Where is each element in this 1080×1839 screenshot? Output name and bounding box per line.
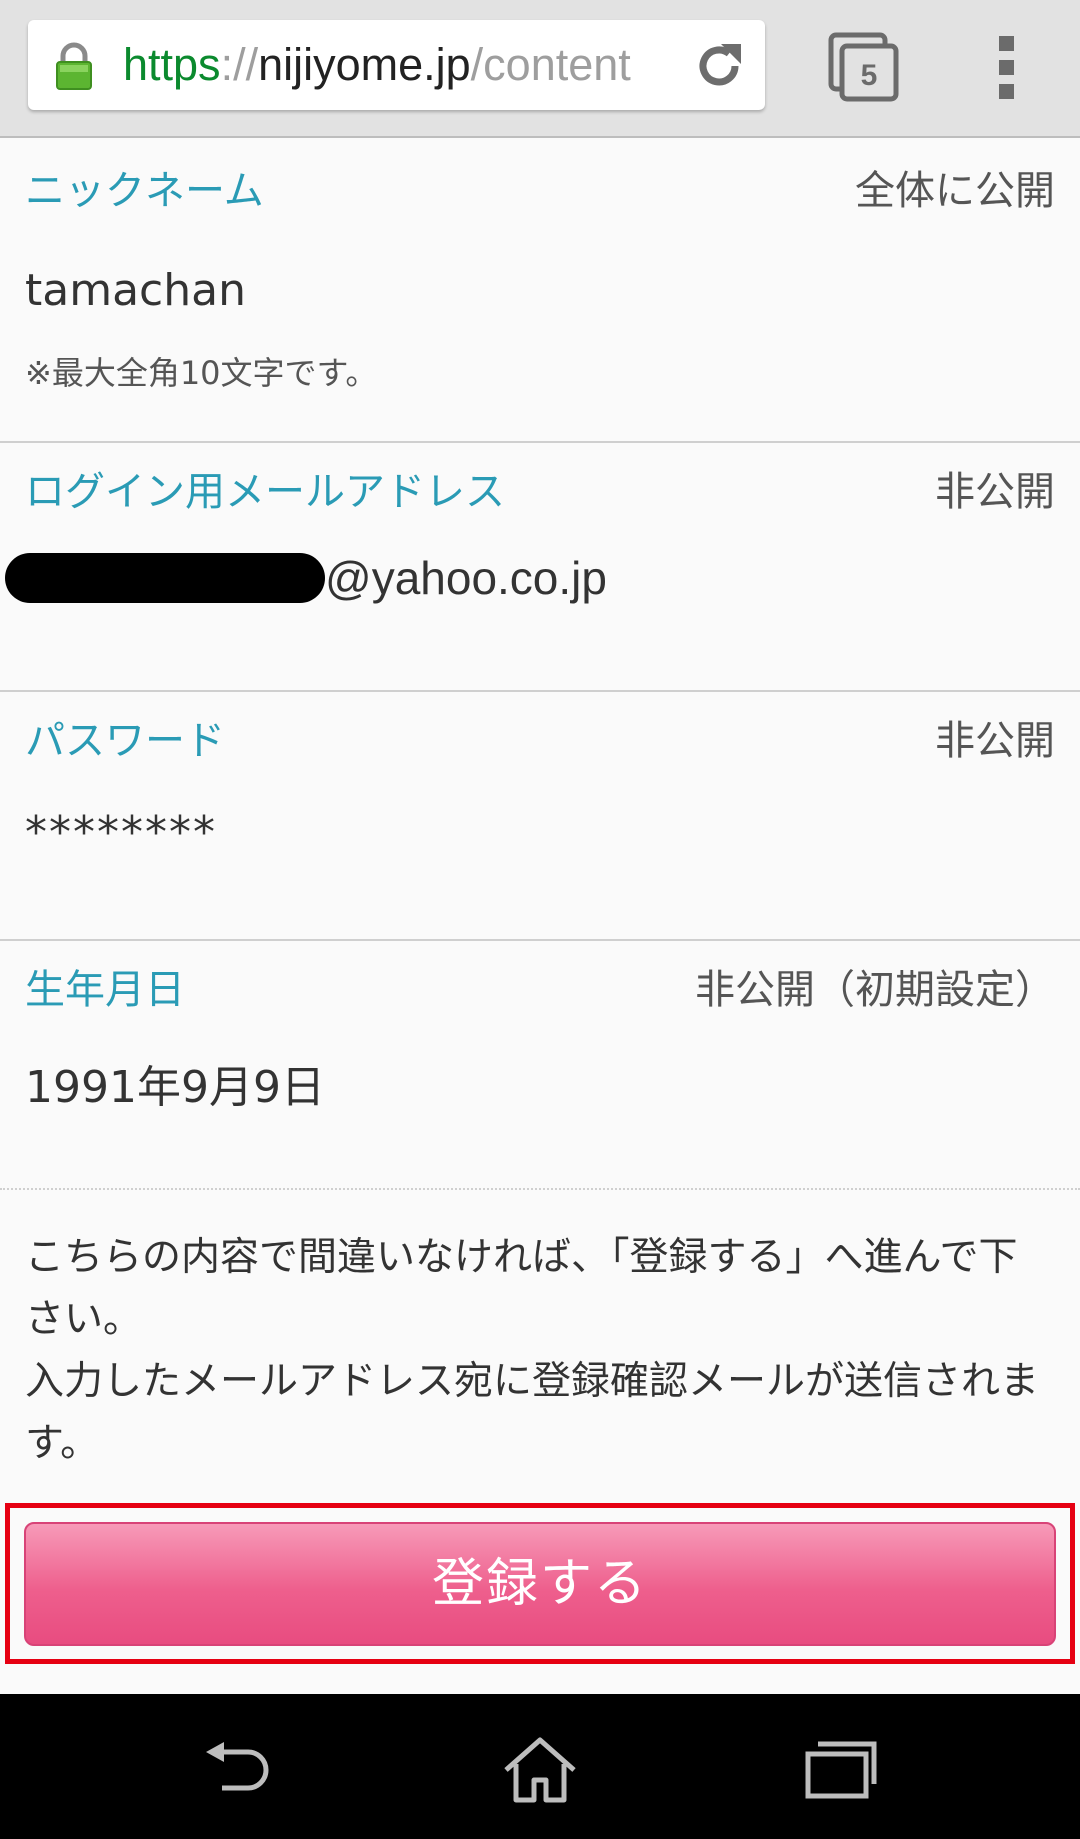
email-value: @yahoo.co.jp <box>5 549 607 605</box>
password-value: ******** <box>25 807 217 858</box>
url-path: /content <box>470 40 631 90</box>
url-scheme: https <box>123 40 221 90</box>
redacted-block <box>5 553 325 603</box>
password-section: パスワード 非公開 ******** <box>0 692 1080 936</box>
birthday-value: 1991年9月9日 <box>25 1062 325 1113</box>
nickname-visibility: 全体に公開 <box>855 168 1055 214</box>
lock-icon <box>56 42 92 90</box>
email-section: ログイン用メールアドレス 非公開 @yahoo.co.jp <box>0 443 1080 686</box>
browser-toolbar: https://nijiyome.jp/content 5 <box>0 0 1080 138</box>
notice-line-2: 入力したメールアドレス宛に登録確認メールが送信されます。 <box>25 1359 1040 1466</box>
nickname-value: tamachan <box>25 265 246 316</box>
home-icon[interactable] <box>500 1734 580 1804</box>
birthday-label: 生年月日 <box>25 967 185 1013</box>
url-bar[interactable]: https://nijiyome.jp/content <box>28 20 765 110</box>
overflow-menu-icon[interactable] <box>990 34 1026 100</box>
nickname-label: ニックネーム <box>25 168 264 214</box>
password-label: パスワード <box>25 718 225 764</box>
tabs-icon[interactable]: 5 <box>828 32 900 102</box>
reload-icon[interactable] <box>691 38 747 94</box>
nickname-note: ※最大全角10文字です。 <box>25 354 378 392</box>
url-separator: :// <box>220 40 259 90</box>
confirmation-notice: こちらの内容で間違いなければ、「登録する」へ進んで下さい。 入力したメールアドレ… <box>25 1227 1055 1475</box>
recent-apps-icon[interactable] <box>800 1734 880 1804</box>
password-visibility: 非公開 <box>935 718 1055 764</box>
email-domain: @yahoo.co.jp <box>325 552 607 604</box>
system-navigation-bar <box>0 1694 1080 1839</box>
birthday-section: 生年月日 非公開（初期設定） 1991年9月9日 <box>0 941 1080 1185</box>
back-icon[interactable] <box>200 1734 280 1804</box>
url-host: nijiyome.jp <box>258 40 471 90</box>
nickname-section: ニックネーム 全体に公開 tamachan ※最大全角10文字です。 <box>0 138 1080 442</box>
email-label: ログイン用メールアドレス <box>25 469 505 515</box>
birthday-visibility: 非公開（初期設定） <box>695 967 1055 1013</box>
tab-count: 5 <box>861 59 878 92</box>
notice-line-1: こちらの内容で間違いなければ、「登録する」へ進んで下さい。 <box>25 1235 1018 1342</box>
email-visibility: 非公開 <box>935 469 1055 515</box>
divider <box>0 1188 1080 1190</box>
url-text[interactable]: https://nijiyome.jp/content <box>123 40 703 90</box>
page-content: ニックネーム 全体に公開 tamachan ※最大全角10文字です。 ログイン用… <box>0 138 1080 1694</box>
register-button[interactable]: 登録する <box>24 1522 1056 1646</box>
